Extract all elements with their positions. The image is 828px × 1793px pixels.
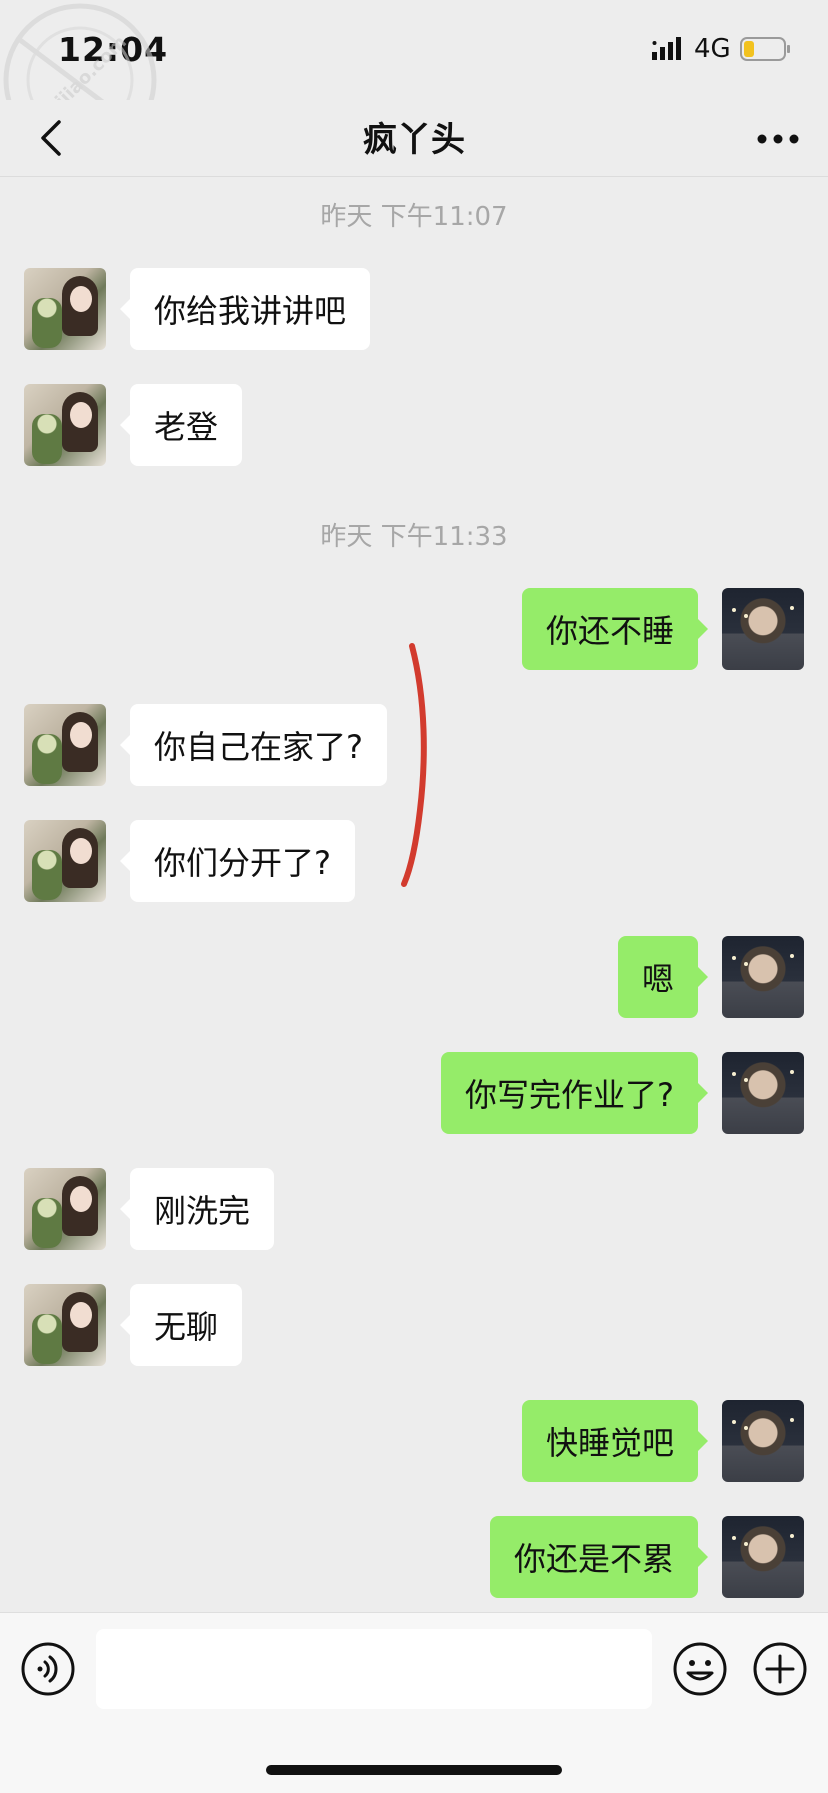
voice-icon[interactable]	[20, 1641, 76, 1697]
emoji-icon[interactable]	[672, 1641, 728, 1697]
nav-header: 疯丫头	[0, 100, 828, 177]
message-bubble-received[interactable]: 你们分开了?	[120, 820, 355, 902]
contact-avatar[interactable]	[24, 1284, 106, 1366]
message-bubble-received[interactable]: 老登	[119, 384, 243, 466]
message-bubble-received[interactable]: 你给我讲讲吧	[119, 268, 371, 350]
status-bar: 12:04 4G	[0, 0, 828, 100]
message-bubble-sent[interactable]: 你还是不累	[489, 1516, 709, 1598]
message-input[interactable]	[96, 1629, 652, 1709]
message-bubble-sent[interactable]: 你还不睡	[521, 588, 709, 670]
signal-bars-icon	[652, 37, 681, 60]
input-bar	[0, 1612, 828, 1793]
message-bubble-received[interactable]: 刚洗完	[119, 1168, 275, 1250]
message-bubble-received[interactable]: 无聊	[119, 1284, 243, 1366]
plus-icon[interactable]	[752, 1641, 808, 1697]
timestamp: 昨天 下午11:33	[320, 522, 508, 552]
more-dots-icon	[757, 134, 799, 144]
battery-low-icon	[740, 37, 790, 61]
timestamp: 昨天 下午11:07	[320, 202, 508, 232]
contact-avatar[interactable]	[24, 820, 106, 902]
message-bubble-sent[interactable]: 嗯	[617, 936, 709, 1018]
more-button[interactable]	[750, 114, 806, 164]
my-avatar[interactable]	[722, 1516, 804, 1598]
contact-avatar[interactable]	[24, 268, 106, 350]
contact-avatar[interactable]	[24, 1168, 106, 1250]
my-avatar[interactable]	[722, 1052, 804, 1134]
home-indicator	[266, 1765, 562, 1775]
message-bubble-sent[interactable]: 快睡觉吧	[521, 1400, 709, 1482]
message-bubble-sent[interactable]: 你写完作业了?	[441, 1052, 708, 1134]
annotation-bracket-mark	[401, 643, 427, 887]
message-bubble-received[interactable]: 你自己在家了?	[120, 704, 387, 786]
my-avatar[interactable]	[722, 588, 804, 670]
network-label: 4G	[694, 34, 731, 64]
contact-avatar[interactable]	[24, 384, 106, 466]
contact-avatar[interactable]	[24, 704, 106, 786]
status-time: 12:04	[58, 30, 169, 69]
my-avatar[interactable]	[722, 1400, 804, 1482]
chat-title: 疯丫头	[363, 120, 465, 160]
my-avatar[interactable]	[722, 936, 804, 1018]
